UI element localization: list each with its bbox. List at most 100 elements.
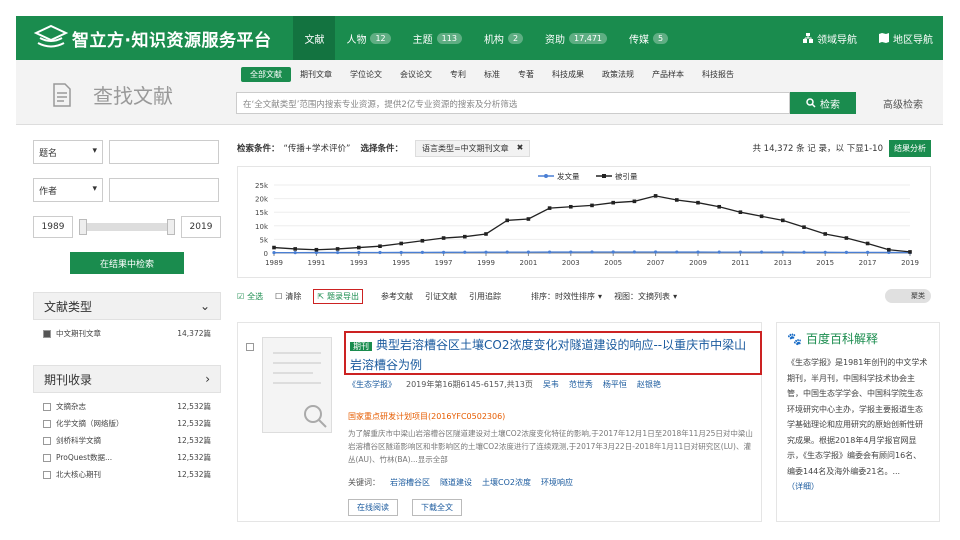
nav-tab-media[interactable]: 传媒 5 (618, 16, 679, 60)
checkbox[interactable] (43, 437, 51, 445)
data-point (632, 250, 636, 254)
x-tick-label: 2017 (859, 259, 877, 267)
journal-item[interactable]: 化学文摘（网络版） 12,532篇 (43, 418, 211, 429)
references-button[interactable]: 参考文献 (381, 291, 413, 302)
cluster-toggle[interactable]: 聚类 (885, 289, 931, 303)
clear-button[interactable]: ☐ 清除 (275, 291, 301, 302)
data-point (484, 232, 488, 236)
author-link[interactable]: 吴韦 (543, 379, 559, 390)
checkbox[interactable] (43, 420, 51, 428)
keyword-link[interactable]: 隧道建设 (440, 477, 472, 488)
checkbox-checked[interactable] (43, 330, 51, 338)
journal-header[interactable]: 期刊收录 › (33, 365, 221, 393)
data-point (293, 247, 297, 251)
slider-handle-right[interactable] (167, 219, 175, 235)
citing-button[interactable]: 引证文献 (425, 291, 457, 302)
doc-type-header[interactable]: 文献类型 ⌄ (33, 292, 221, 320)
tab-monograph[interactable]: 专著 (509, 67, 543, 82)
view-select[interactable]: 视图：文摘列表 ▾ (614, 291, 677, 302)
baike-more-link[interactable]: （详细） (787, 482, 819, 491)
keyword-link[interactable]: 环境响应 (541, 477, 573, 488)
year-from-input[interactable]: 1989 (33, 216, 73, 238)
tab-achievement[interactable]: 科技成果 (543, 67, 593, 82)
x-tick-label: 2009 (689, 259, 707, 267)
journal-name-link[interactable]: 《生态学报》 (348, 379, 396, 390)
data-point (590, 203, 594, 208)
search-input[interactable]: 在‘全文献类型’范围内搜索专业资源，提供2亿专业资源的搜索及分析筛选 (236, 92, 790, 114)
advanced-search-link[interactable]: 高级检索 (883, 96, 923, 111)
title-filter-input[interactable] (109, 140, 219, 164)
slider-handle-left[interactable] (79, 219, 87, 235)
download-button[interactable]: 下载全文 (412, 499, 462, 516)
data-point (760, 250, 764, 254)
result-checkbox[interactable] (246, 343, 254, 351)
data-point (781, 218, 785, 223)
baike-panel: 🐾 百度百科解释 《生态学报》是1981年创刊的中文学术期刊，半月刊，中国科学技术… (776, 322, 940, 522)
x-tick-label: 2005 (604, 259, 622, 267)
x-tick-label: 1993 (350, 259, 368, 267)
region-nav-label: 地区导航 (893, 34, 933, 46)
nav-tab-people[interactable]: 人物 12 (335, 16, 401, 60)
year-slider[interactable] (79, 219, 175, 235)
tab-policy[interactable]: 政策法规 (593, 67, 643, 82)
tab-standard[interactable]: 标准 (475, 67, 509, 82)
checkbox[interactable] (43, 471, 51, 479)
checkbox[interactable] (43, 454, 51, 462)
analysis-button[interactable]: 结果分析 (889, 139, 931, 157)
author-filter-input[interactable] (109, 178, 219, 202)
data-point (335, 247, 340, 251)
journal-item[interactable]: 北大核心期刊 12,532篇 (43, 469, 211, 480)
search-button[interactable]: 检索 (790, 92, 856, 114)
search-in-results-button[interactable]: 在结果中检索 (70, 252, 184, 274)
sort-select[interactable]: 排序：时效性排序 ▾ (531, 291, 602, 302)
baike-text: 《生态学报》是1981年创刊的中文学术期刊，半月刊，中国科学技术协会主管，中国生… (787, 355, 929, 495)
field-select-title[interactable]: 题名 ▾ (33, 140, 103, 164)
tab-conference[interactable]: 会议论文 (391, 67, 441, 82)
keyword-link[interactable]: 岩溶槽谷区 (390, 477, 430, 488)
tab-report[interactable]: 科技报告 (693, 67, 743, 82)
year-to-input[interactable]: 2019 (181, 216, 221, 238)
data-point (675, 250, 679, 254)
author-link[interactable]: 赵银艳 (637, 379, 661, 390)
cover-thumbnail[interactable] (262, 337, 332, 433)
doc-type-item[interactable]: 中文期刊文章 14,372篇 (43, 328, 211, 339)
tab-patent[interactable]: 专利 (441, 67, 475, 82)
nav-tab-topic[interactable]: 主题 113 (402, 16, 473, 60)
journal-item[interactable]: 文摘杂志 12,532篇 (43, 401, 211, 412)
nav-tab-literature[interactable]: 文献 (293, 16, 336, 60)
nav-tab-funding[interactable]: 资助 17,471 (534, 16, 618, 60)
item-label: 剑桥科学文摘 (56, 436, 101, 445)
citation-track-button[interactable]: 引用追踪 (469, 291, 501, 302)
baike-title: 百度百科解释 (805, 332, 878, 346)
fund-info[interactable]: 国家重点研发计划项目(2016YFC0502306) (348, 411, 505, 422)
nav-tab-institution[interactable]: 机构 2 (473, 16, 534, 60)
nav-count: 2 (507, 32, 524, 44)
region-nav-link[interactable]: 地区导航 (879, 31, 933, 46)
checkbox[interactable] (43, 403, 51, 411)
select-all-button[interactable]: ☑ 全选 (237, 291, 263, 302)
data-point (717, 250, 721, 254)
field-nav-link[interactable]: 领域导航 (803, 31, 857, 46)
tab-thesis[interactable]: 学位论文 (341, 67, 391, 82)
x-tick-label: 2015 (816, 259, 834, 267)
author-link[interactable]: 范世秀 (569, 379, 593, 390)
field-select-author[interactable]: 作者 ▾ (33, 178, 103, 202)
result-title[interactable]: 期刊 典型岩溶槽谷区土壤CO2浓度变化对隧道建设的响应--以重庆市中梁山岩溶槽谷为… (344, 331, 762, 375)
data-point (696, 250, 700, 254)
x-tick-label: 2013 (774, 259, 792, 267)
tab-all-docs[interactable]: 全部文献 (241, 67, 291, 82)
logo[interactable]: 智立方·知识资源服务平台 (34, 24, 271, 52)
trend-chart: 0 5k 10k 15k 20k 25k 1989 1991 1993 1995 1997 1999 2… (237, 166, 931, 278)
panel-title: 文献类型 (44, 299, 93, 314)
journal-item[interactable]: ProQuest数据... 12,532篇 (43, 452, 211, 463)
close-icon[interactable]: ✖ (517, 143, 524, 154)
field-nav-label: 领域导航 (817, 34, 857, 46)
author-link[interactable]: 杨平恒 (603, 379, 627, 390)
read-online-button[interactable]: 在线阅读 (348, 499, 398, 516)
keyword-link[interactable]: 土壤CO2浓度 (482, 477, 531, 488)
tab-product[interactable]: 产品样本 (643, 67, 693, 82)
tab-journal[interactable]: 期刊文章 (291, 67, 341, 82)
export-button[interactable]: ⇱ 题录导出 (313, 288, 364, 304)
data-point (547, 206, 552, 210)
journal-item[interactable]: 剑桥科学文摘 12,532篇 (43, 435, 211, 446)
